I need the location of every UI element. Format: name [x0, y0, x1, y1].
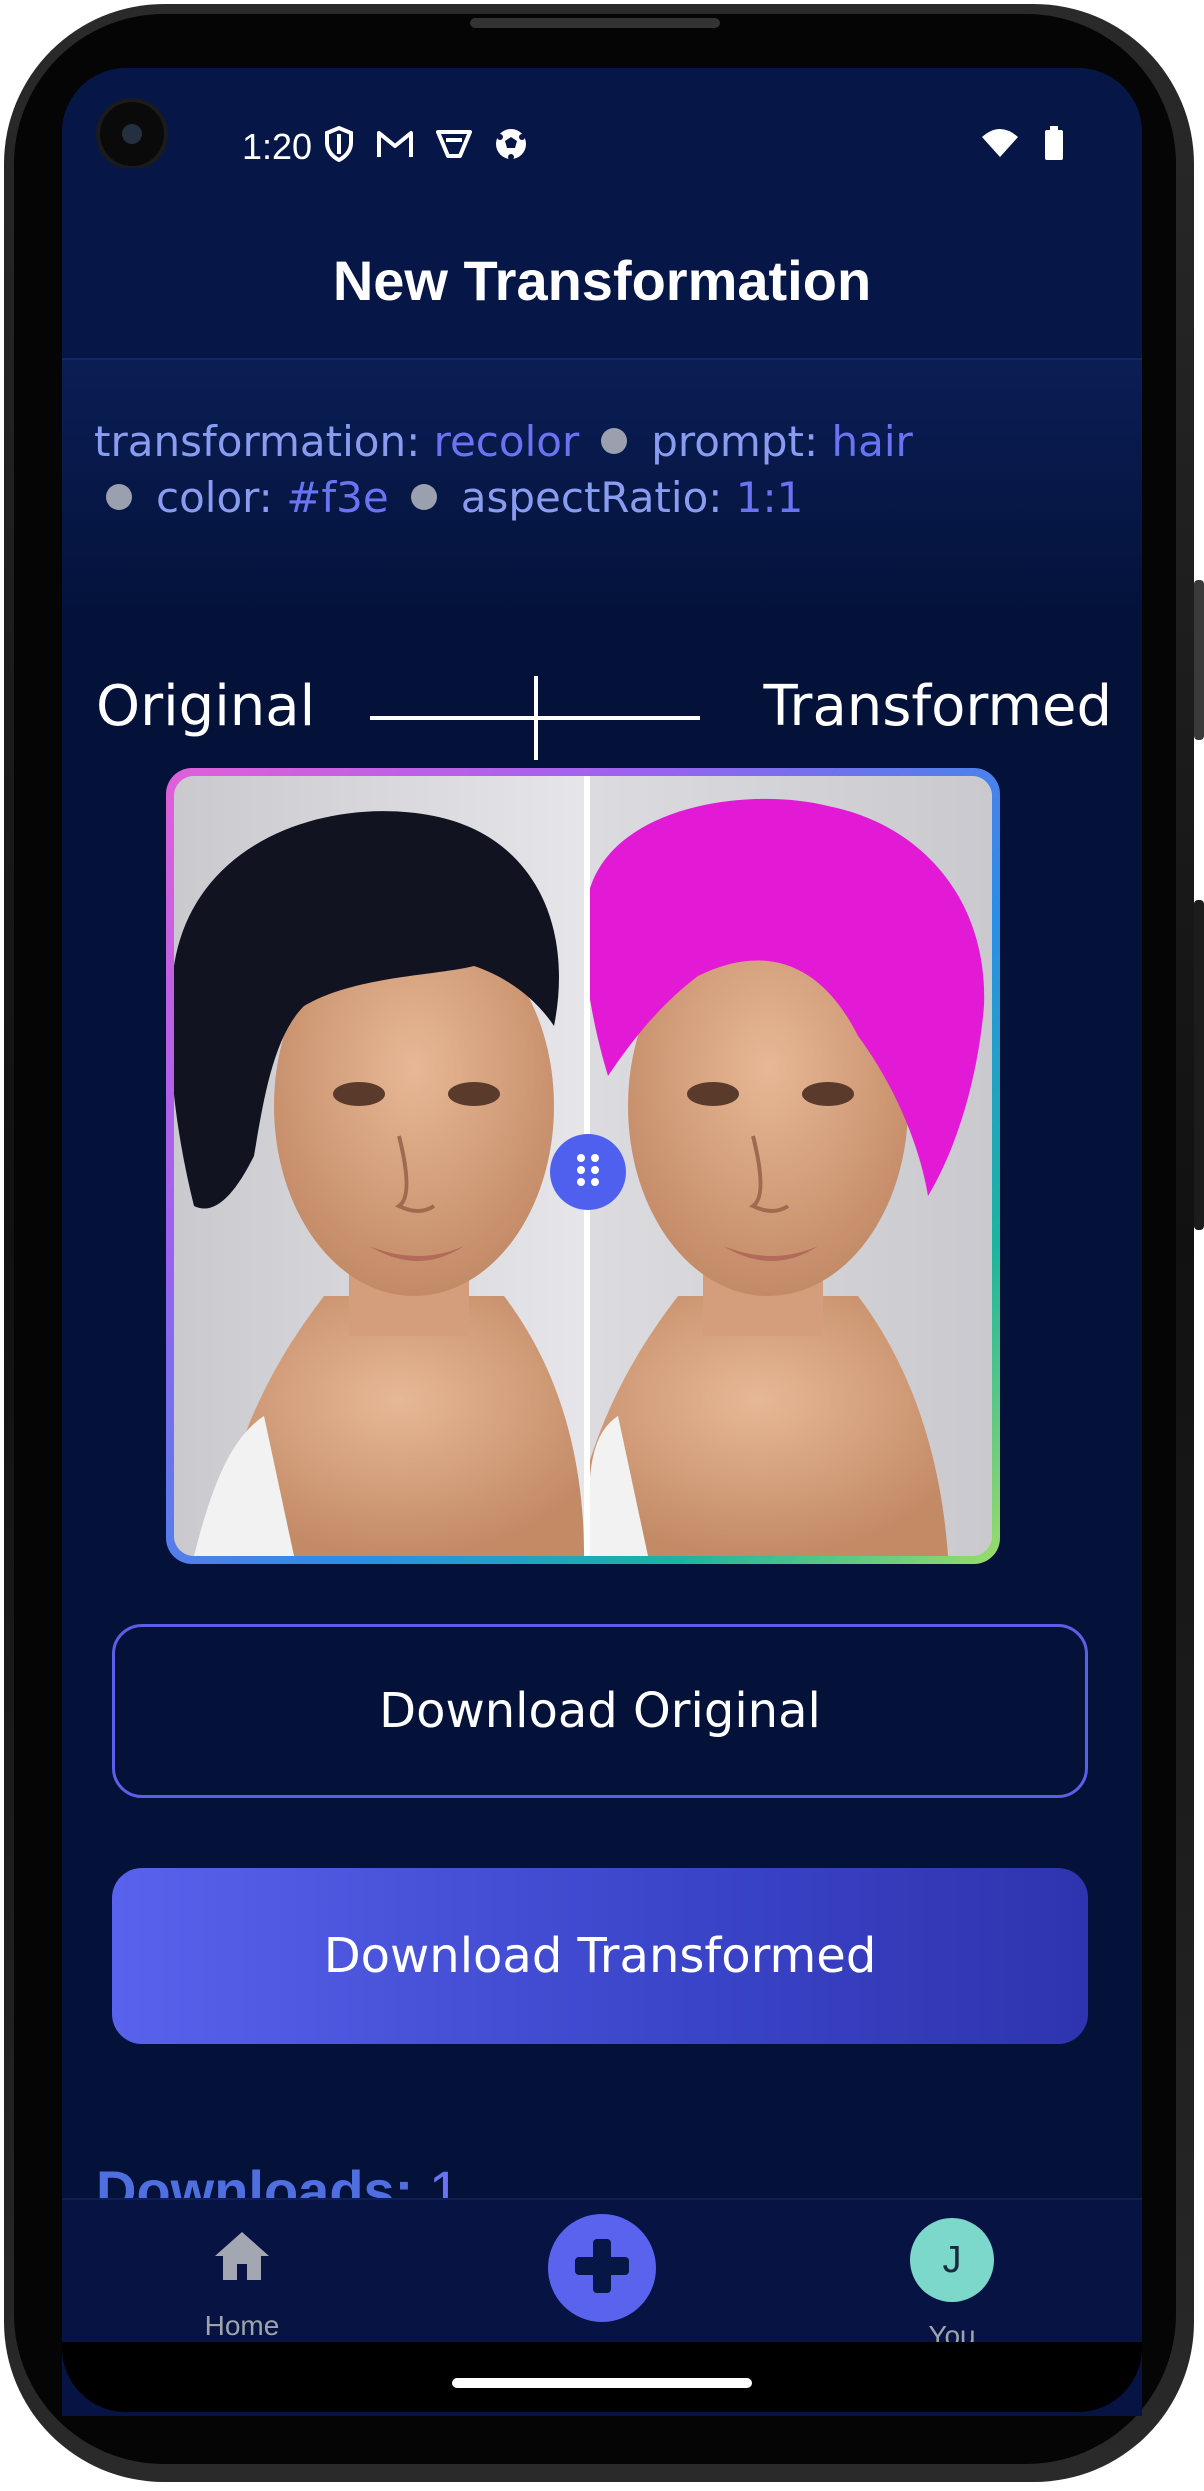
- gmail-icon: [376, 129, 414, 159]
- wifi-icon: [980, 127, 1020, 159]
- phone-frame: 1:20 New Transformation transformation: …: [0, 0, 1204, 2491]
- transformed-portrait-illustration: [588, 776, 992, 1556]
- avatar: J: [910, 2218, 994, 2302]
- separator-dot: [106, 483, 132, 510]
- soccer-ball-icon: [494, 127, 528, 161]
- screen: 1:20 New Transformation transformation: …: [62, 68, 1142, 2416]
- gesture-bar-area: [62, 2342, 1142, 2412]
- transformation-tags-panel: transformation: recolor prompt: hair colo…: [62, 360, 1142, 620]
- compare-drag-handle[interactable]: [550, 1134, 626, 1210]
- tag-aspect-key: aspectRatio:: [460, 473, 723, 522]
- page-title: New Transformation: [332, 249, 872, 312]
- volume-button: [1194, 580, 1204, 740]
- tag-aspect-value: 1:1: [735, 473, 804, 522]
- tag-transformation-key: transformation:: [94, 417, 421, 466]
- tag-prompt-key: prompt:: [651, 417, 819, 466]
- status-icons-left: [324, 126, 528, 162]
- shield-icon: [324, 126, 354, 162]
- transformation-tags: transformation: recolor prompt: hair colo…: [94, 414, 1104, 526]
- image-compare-view[interactable]: [174, 776, 992, 1556]
- tag-color-key: color:: [156, 473, 273, 522]
- tag-prompt-value: hair: [831, 417, 913, 466]
- tool-icon: [436, 128, 472, 160]
- tag-transformation-value: recolor: [433, 417, 580, 466]
- compare-row: Original Transformed: [62, 638, 1142, 760]
- app-header: New Transformation: [62, 168, 1142, 360]
- status-icons-right: [980, 126, 1064, 160]
- front-camera: [100, 102, 164, 166]
- compare-slider-thumb[interactable]: [534, 676, 538, 760]
- separator-dot: [410, 483, 437, 510]
- original-portrait-illustration: [174, 776, 584, 1556]
- status-time: 1:20: [242, 126, 313, 167]
- transformed-image: [588, 776, 992, 1556]
- original-image: [174, 776, 584, 1556]
- original-label: Original: [96, 674, 316, 739]
- image-compare-frame: [166, 768, 1000, 1564]
- power-button: [1194, 900, 1204, 1230]
- add-transformation-button[interactable]: [548, 2214, 656, 2322]
- transformed-label: Transformed: [763, 674, 1112, 739]
- drag-dots-icon: [574, 1150, 602, 1194]
- home-icon: [211, 2228, 273, 2288]
- speaker-grille: [470, 18, 720, 28]
- separator-dot: [601, 427, 628, 454]
- download-original-button[interactable]: Download Original: [112, 1624, 1088, 1798]
- status-bar: 1:20: [62, 68, 1142, 168]
- tag-color-value: #f3e: [286, 473, 389, 522]
- plus-icon: [571, 2235, 633, 2301]
- download-transformed-button[interactable]: Download Transformed: [112, 1868, 1088, 2044]
- nav-home-label: Home: [204, 2310, 280, 2341]
- home-indicator[interactable]: [452, 2378, 752, 2388]
- battery-icon: [1044, 126, 1064, 160]
